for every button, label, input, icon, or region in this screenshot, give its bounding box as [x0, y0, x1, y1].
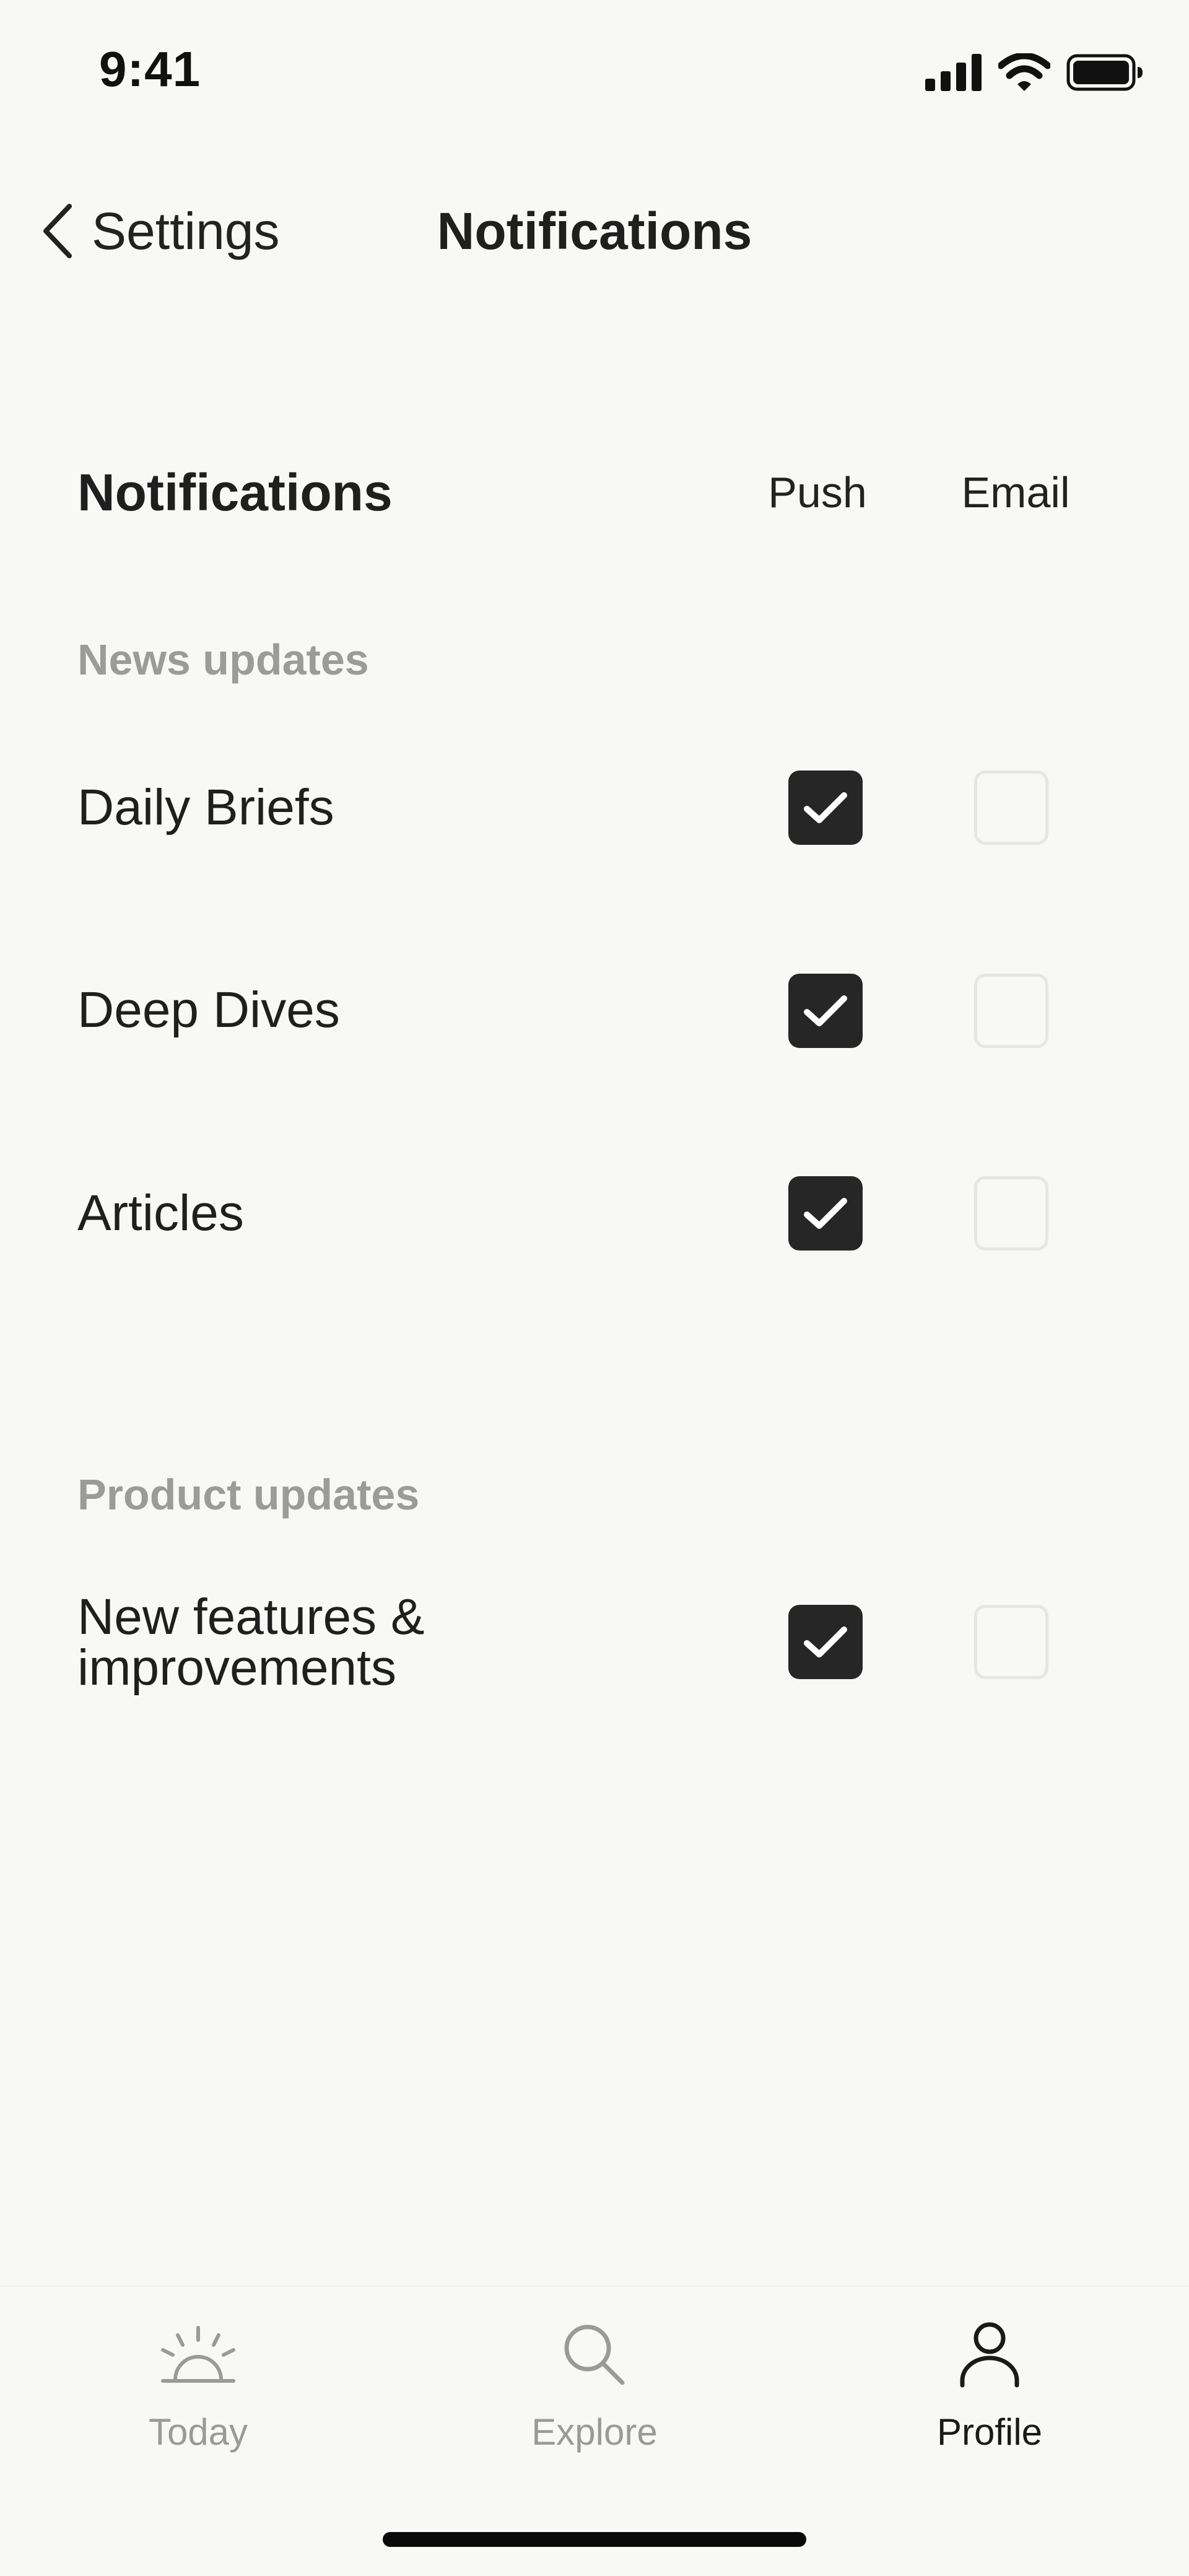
tab-label-today: Today [148, 2411, 248, 2453]
status-time: 9:41 [99, 41, 201, 97]
group-label-product-updates: Product updates [77, 1470, 420, 1519]
checkmark-icon [804, 1626, 847, 1657]
tab-label-explore: Explore [531, 2411, 658, 2453]
page-title: Notifications [437, 201, 752, 260]
column-header-email: Email [961, 468, 1070, 517]
tab-icon-wrap [560, 2312, 629, 2398]
row-label-line: improvements [77, 1639, 396, 1696]
tab-label-profile: Profile [936, 2411, 1043, 2453]
row-label-daily-briefs: Daily Briefs [77, 779, 334, 836]
cellular-signal-icon [925, 54, 982, 91]
tab-icon-wrap [158, 2312, 238, 2398]
group-label-news-updates: News updates [77, 635, 369, 684]
email-checkbox-articles[interactable] [974, 1176, 1048, 1251]
chevron-left-icon [43, 204, 72, 258]
battery-icon [1066, 54, 1143, 91]
column-header-push: Push [768, 468, 867, 517]
push-checkbox-articles[interactable] [788, 1176, 863, 1251]
checkmark-icon [804, 995, 847, 1026]
email-checkbox-daily-briefs[interactable] [974, 771, 1048, 845]
checkmark-icon [804, 1198, 847, 1229]
section-heading: Notifications [77, 463, 393, 522]
row-label-articles: Articles [77, 1185, 244, 1241]
status-icons [925, 52, 1143, 93]
push-checkbox-new-features[interactable] [788, 1605, 863, 1679]
row-label-deep-dives: Deep Dives [77, 982, 340, 1038]
row-label-new-features: New features & improvements [77, 1592, 425, 1693]
back-label: Settings [92, 201, 280, 260]
tab-today[interactable]: Today [87, 2312, 310, 2497]
sunrise-icon [161, 2326, 235, 2383]
tab-icon-wrap [957, 2312, 1022, 2398]
wifi-icon [998, 53, 1050, 91]
email-checkbox-new-features[interactable] [974, 1605, 1048, 1679]
email-checkbox-deep-dives[interactable] [974, 974, 1048, 1048]
push-checkbox-deep-dives[interactable] [788, 974, 863, 1048]
checkmark-icon [804, 792, 847, 823]
row-label-line: New features & [77, 1589, 425, 1645]
tab-explore[interactable]: Explore [483, 2312, 706, 2497]
person-icon [960, 2322, 1019, 2388]
back-button[interactable]: Settings [38, 197, 280, 265]
search-icon [564, 2325, 625, 2385]
push-checkbox-daily-briefs[interactable] [788, 771, 863, 845]
home-indicator [383, 2532, 806, 2547]
tab-profile[interactable]: Profile [878, 2312, 1101, 2497]
